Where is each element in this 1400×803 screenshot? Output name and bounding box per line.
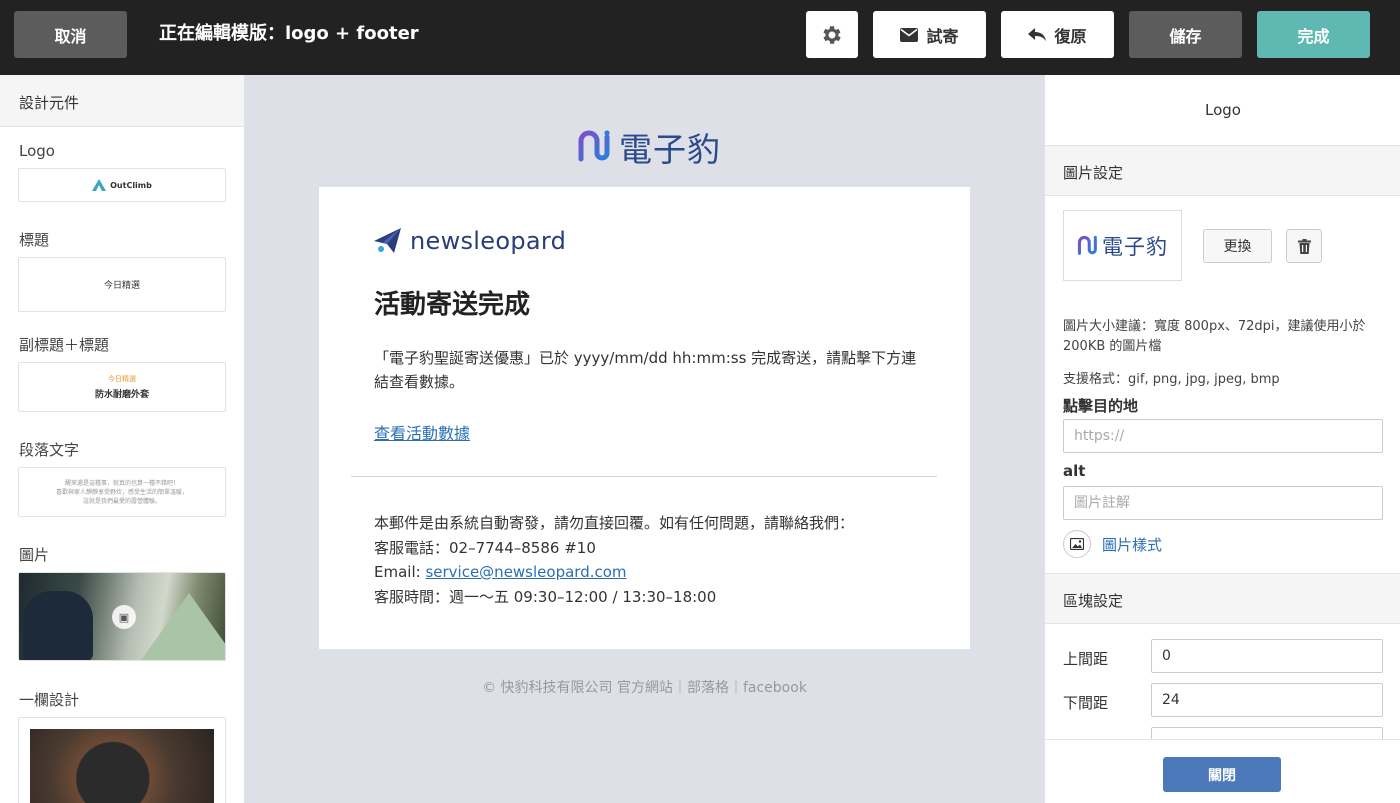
- component-label-one-column: 一欄設計: [19, 691, 80, 709]
- click-destination-label: 點擊目的地: [1063, 397, 1139, 415]
- envelope-icon: [900, 27, 919, 42]
- alt-text-input[interactable]: [1063, 486, 1383, 520]
- paragraph-preview-line: 喜歡與家人靜靜享受野炊，感受生活的簡單溫暖，: [55, 488, 188, 496]
- title-preview-text: 防水耐磨外套: [94, 390, 149, 400]
- copyright-footer: © 快豹科技有限公司 官方網站｜部落格｜facebook: [482, 680, 807, 696]
- sidebar-header: 設計元件: [0, 75, 244, 127]
- logo-thumbnail: 電子豹: [1063, 210, 1182, 281]
- cooking-photo: [30, 729, 214, 803]
- component-one-column[interactable]: [18, 717, 226, 803]
- component-sidebar: 設計元件 Logo OutClimb 標題 今日精選 副標題＋標題 今日精選 防…: [0, 75, 245, 803]
- panel-title: Logo: [1205, 101, 1241, 119]
- component-label-logo: Logo: [19, 142, 55, 160]
- paper-plane-icon: [374, 228, 401, 253]
- test-send-label: 試寄: [926, 28, 959, 46]
- restore-label: 復原: [1054, 28, 1087, 46]
- block-settings-header: 區塊設定: [1045, 573, 1400, 624]
- footer-line-phone: 客服電話：02–7744–8586 #10: [374, 538, 596, 557]
- heading-preview-text: 今日精選: [103, 281, 140, 291]
- bottom-padding-label: 下間距: [1063, 694, 1109, 712]
- top-padding-label: 上間距: [1063, 650, 1109, 668]
- component-label-paragraph: 段落文字: [19, 441, 80, 459]
- close-label: 關閉: [1208, 767, 1236, 784]
- component-logo[interactable]: OutClimb: [18, 168, 226, 202]
- panel-footer: 關閉: [1045, 739, 1400, 803]
- replace-image-button[interactable]: 更換: [1203, 229, 1272, 263]
- done-button[interactable]: 完成: [1257, 11, 1370, 58]
- top-toolbar: 取消 正在編輯模版：logo + footer 試寄 復原 儲存 完成: [0, 0, 1400, 75]
- email-content-card[interactable]: newsleopard 活動寄送完成 「電子豹聖誕寄送優惠」已於 yyyy/mm…: [319, 187, 970, 649]
- logo-preview-text: OutClimb: [110, 180, 152, 190]
- component-label-heading: 標題: [19, 231, 50, 249]
- email-footer: 本郵件是由系統自動寄發，請勿直接回覆。如有任何問題，請聯絡我們： 客服電話：02…: [374, 511, 854, 609]
- settings-panel: Logo 圖片設定 電子豹 更換 圖片大小建議：寬度 800px、72dpi，建…: [1044, 75, 1400, 803]
- image-style-link[interactable]: 圖片樣式: [1063, 530, 1162, 558]
- trash-icon: [1297, 238, 1311, 254]
- alt-label: alt: [1063, 462, 1086, 480]
- subtitle-preview-text: 今日精選: [108, 375, 136, 383]
- footer-email-link[interactable]: service@newsleopard.com: [425, 563, 626, 581]
- paragraph-preview-line: 醒來還是這種事，就真的也算一種不錯吧！: [64, 479, 179, 487]
- supported-formats: 支援格式：gif, png, jpg, jpeg, bmp: [1063, 372, 1280, 387]
- brand-logo-text: 電子豹: [619, 130, 721, 169]
- undo-arrow-icon: [1028, 27, 1047, 41]
- email-paragraph: 「電子豹聖誕寄送優惠」已於 yyyy/mm/dd hh:mm:ss 完成寄送，請…: [374, 349, 917, 391]
- footer-line-email: Email: service@newsleopard.com: [374, 560, 854, 585]
- image-icon: [1063, 530, 1091, 558]
- email-heading: 活動寄送完成: [374, 290, 531, 320]
- paragraph-preview-line: 這就是我們最愛的露營體驗。: [82, 497, 161, 505]
- footer-line-hours: 客服時間：週一～五 09:30–12:00 / 13:30–18:00: [374, 587, 717, 606]
- save-button[interactable]: 儲存: [1129, 11, 1242, 58]
- brand-logo-icon: [578, 130, 610, 162]
- save-label: 儲存: [1169, 28, 1202, 46]
- brand-logo-icon: [1077, 235, 1097, 255]
- newsleopard-logo: newsleopard: [374, 227, 566, 255]
- bottom-padding-input[interactable]: [1151, 683, 1383, 717]
- component-paragraph[interactable]: 醒來還是這種事，就真的也算一種不錯吧！ 喜歡與家人靜靜享受野炊，感受生活的簡單溫…: [18, 467, 226, 517]
- component-label-subtitle-heading: 副標題＋標題: [19, 336, 110, 354]
- component-image[interactable]: ▣: [18, 572, 226, 661]
- settings-button[interactable]: [806, 11, 858, 58]
- component-subtitle-heading[interactable]: 今日精選 防水耐磨外套: [18, 362, 226, 412]
- restore-button[interactable]: 復原: [1001, 11, 1114, 58]
- cancel-label: 取消: [54, 28, 87, 46]
- component-heading[interactable]: 今日精選: [18, 257, 226, 312]
- editor-title: 正在編輯模版：logo + footer: [159, 23, 419, 44]
- image-style-label: 圖片樣式: [1102, 535, 1163, 554]
- camping-photo-person: [23, 591, 93, 660]
- brand-logo-block[interactable]: 電子豹: [577, 123, 721, 171]
- component-label-image: 圖片: [19, 546, 50, 564]
- mountain-logo-icon: [92, 179, 107, 191]
- top-padding-input[interactable]: [1151, 639, 1383, 673]
- cancel-button[interactable]: 取消: [14, 11, 127, 58]
- view-campaign-data-link[interactable]: 查看活動數據: [374, 420, 470, 444]
- replace-label: 更換: [1223, 238, 1252, 254]
- close-panel-button[interactable]: 關閉: [1163, 757, 1281, 792]
- test-send-button[interactable]: 試寄: [873, 11, 986, 58]
- email-divider: [351, 476, 937, 477]
- done-label: 完成: [1297, 28, 1330, 46]
- newsleopard-logo-text: newsleopard: [410, 227, 567, 255]
- footer-line-notice: 本郵件是由系統自動寄發，請勿直接回覆。如有任何問題，請聯絡我們：: [374, 514, 855, 532]
- footer-email-label: Email:: [374, 563, 426, 581]
- image-icon: ▣: [112, 605, 136, 629]
- thumbnail-logo-text: 電子豹: [1102, 234, 1168, 259]
- click-destination-input[interactable]: [1063, 419, 1383, 453]
- delete-image-button[interactable]: [1286, 229, 1322, 263]
- gear-icon: [823, 25, 841, 44]
- image-size-hint: 圖片大小建議：寬度 800px、72dpi，建議使用小於 200KB 的圖片檔: [1063, 319, 1366, 354]
- image-settings-header: 圖片設定: [1045, 145, 1400, 196]
